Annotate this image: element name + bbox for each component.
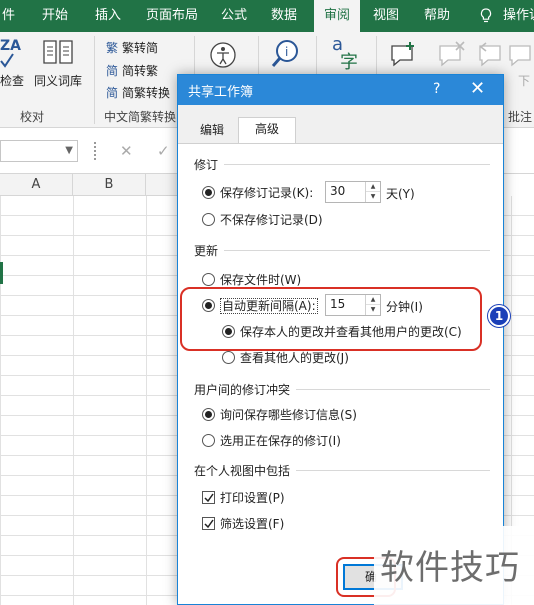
formula-bar-grip[interactable] — [94, 142, 96, 160]
tab-editing[interactable]: 编辑 — [186, 119, 238, 143]
group-label-proofing: 校对 — [20, 110, 45, 124]
trad-to-simp-button[interactable]: 繁转简 — [122, 39, 158, 56]
tab-home[interactable]: 开始 — [42, 0, 68, 32]
dialog-title-bar[interactable]: 共享工作簿 ? ✕ — [178, 75, 503, 105]
group-label-chinese: 中文简繁转换 — [104, 110, 177, 124]
radio-indicator[interactable] — [222, 351, 235, 364]
convert-icon: 简 — [106, 86, 119, 100]
new-comment-icon[interactable] — [388, 40, 420, 68]
filter-settings-checkbox[interactable]: 筛选设置(F) — [202, 515, 284, 533]
radio-indicator[interactable] — [202, 434, 215, 447]
next-comment-icon — [509, 45, 531, 67]
print-settings-label: 打印设置(P) — [220, 491, 285, 505]
tab-tell-me[interactable]: 操作说 — [503, 0, 534, 32]
filter-settings-label: 筛选设置(F) — [220, 517, 285, 531]
spelling-button[interactable]: 检查 — [0, 72, 24, 89]
section-divider — [224, 164, 490, 165]
keep-history-label: 保存修订记录(K): — [220, 186, 314, 200]
next-comment-button: 下 — [518, 74, 531, 88]
check-icon — [204, 493, 214, 503]
simp-to-trad-button[interactable]: 简转繁 — [122, 62, 158, 79]
simp-to-trad-icon: 简 — [106, 64, 119, 78]
check-accessibility-icon[interactable] — [208, 40, 238, 70]
radio-indicator[interactable] — [202, 186, 215, 199]
chevron-down-icon[interactable]: ▼ — [65, 145, 73, 156]
watermark: 软件技巧 — [374, 526, 534, 605]
delete-comment-icon — [439, 41, 465, 67]
checkbox-indicator[interactable] — [202, 491, 215, 504]
group-label-comments: 批注 — [508, 110, 533, 124]
ask-me-label: 询问保存哪些修订信息(S) — [220, 408, 357, 422]
dialog-tab-strip: 编辑 高级 — [178, 105, 503, 143]
just-see-changes-radio[interactable]: 查看其他人的更改(J) — [222, 349, 349, 367]
watermark-text: 软件技巧 — [380, 548, 520, 588]
changes-being-saved-win-label: 选用正在保存的修订(I) — [220, 434, 341, 448]
just-see-changes-label: 查看其他人的更改(J) — [240, 351, 349, 365]
ask-me-radio[interactable]: 询问保存哪些修订信息(S) — [202, 406, 357, 424]
stepper-buttons: ▲ ▼ — [365, 182, 380, 202]
section-conflicts: 用户间的修订冲突 — [194, 383, 291, 397]
annotation-highlight-box — [180, 287, 482, 351]
translate-icon-zi: 字 — [340, 52, 358, 73]
tab-help[interactable]: 帮助 — [424, 0, 450, 32]
section-track-changes: 修订 — [194, 158, 219, 172]
close-icon[interactable]: ✕ — [470, 78, 485, 99]
active-row-indicator — [0, 262, 3, 284]
keep-days-stepper[interactable]: 30 ▲ ▼ — [325, 181, 381, 203]
thesaurus-book-icon — [43, 40, 73, 64]
print-settings-checkbox[interactable]: 打印设置(P) — [202, 489, 285, 507]
tab-insert[interactable]: 插入 — [95, 0, 121, 32]
days-unit-label: 天(Y) — [386, 187, 415, 201]
radio-indicator[interactable] — [202, 408, 215, 421]
annotation-step-badge: 1 — [488, 305, 510, 327]
trad-to-simp-icon: 繁 — [106, 41, 119, 55]
name-box[interactable]: ▼ — [0, 140, 78, 162]
section-update: 更新 — [194, 244, 219, 258]
stepper-up-icon[interactable]: ▲ — [366, 182, 380, 192]
keep-days-value[interactable]: 30 — [330, 184, 345, 198]
section-personal-view: 在个人视图中包括 — [194, 464, 291, 478]
dialog-title: 共享工作簿 — [188, 85, 254, 100]
section-divider — [296, 470, 490, 471]
enter-entry-icon[interactable]: ✓ — [157, 142, 170, 160]
check-icon — [204, 519, 214, 529]
thesaurus-button[interactable]: 同义词库 — [34, 72, 82, 89]
column-header[interactable]: B — [73, 174, 146, 196]
smart-lookup-icon[interactable]: i — [270, 38, 302, 70]
tab-advanced[interactable]: 高级 — [238, 117, 296, 143]
changes-being-saved-win-radio[interactable]: 选用正在保存的修订(I) — [202, 432, 341, 450]
help-button[interactable]: ? — [433, 81, 440, 97]
tab-formulas[interactable]: 公式 — [221, 0, 247, 32]
tab-data[interactable]: 数据 — [271, 0, 297, 32]
dont-keep-history-label: 不保存修订记录(D) — [220, 213, 323, 227]
tab-page-layout[interactable]: 页面布局 — [146, 0, 198, 32]
tab-view[interactable]: 视图 — [373, 0, 399, 32]
ribbon-tab-bar: 件 开始 插入 页面布局 公式 数据 审阅 视图 帮助 操作说 — [0, 0, 534, 32]
tab-review[interactable]: 审阅 — [314, 0, 360, 32]
dont-keep-history-radio[interactable]: 不保存修订记录(D) — [202, 211, 323, 229]
svg-text:i: i — [285, 45, 288, 59]
update-when-saved-label: 保存文件时(W) — [220, 273, 302, 287]
radio-indicator[interactable] — [202, 273, 215, 286]
section-divider — [224, 250, 490, 251]
column-header[interactable]: A — [0, 174, 73, 196]
keep-history-radio[interactable]: 保存修订记录(K): — [202, 184, 313, 202]
previous-comment-icon — [479, 42, 501, 67]
convert-button[interactable]: 简繁转换 — [122, 84, 170, 101]
cancel-entry-icon[interactable]: ✕ — [120, 142, 133, 160]
radio-indicator[interactable] — [202, 213, 215, 226]
section-divider — [296, 389, 490, 390]
tab-file[interactable]: 件 — [2, 0, 15, 32]
spelling-check-icon — [0, 53, 14, 68]
lightbulb-icon — [480, 8, 492, 23]
stepper-down-icon[interactable]: ▼ — [366, 192, 380, 202]
group-separator — [94, 36, 95, 124]
checkbox-indicator[interactable] — [202, 517, 215, 530]
